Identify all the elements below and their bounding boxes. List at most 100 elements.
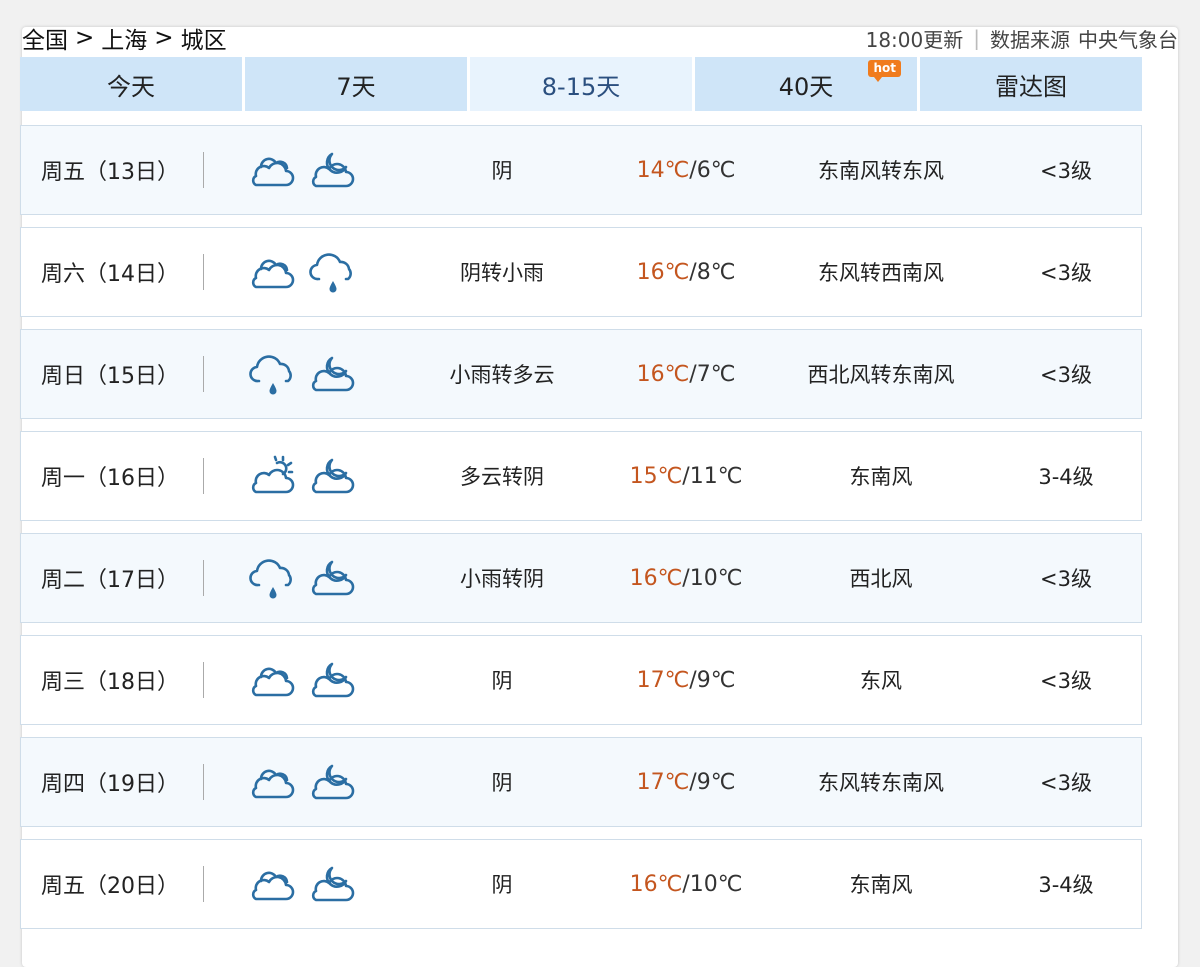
overcast-icon [251,259,295,289]
temp-high: 16℃ [629,565,683,591]
moon-cloud-icon [311,356,355,392]
weather-icons [204,147,388,193]
temperature: 14℃/6℃ [616,158,756,183]
wind-direction: 东风 [860,669,902,693]
temperature: 15℃/11℃ [616,464,756,489]
moon-cloud-icon [311,458,355,494]
wind-level: <3级 [1040,771,1092,795]
wind-level: <3级 [1040,567,1092,591]
tab-label: 40天 [778,72,834,101]
source-name[interactable]: 中央气象台 [1078,24,1178,53]
wind-direction: 西北风 [849,567,913,591]
light-rain-icon [249,355,292,395]
forecast-row: 周日（15日） 小雨转多云 16℃/7℃ 西北风转东南风 <3级 [20,329,1142,419]
meta-divider: | [973,26,980,50]
source-label: 数据来源 [990,27,1070,52]
temp-high: 14℃ [636,157,690,183]
breadcrumb-country[interactable]: 全国 [22,21,68,55]
weather-desc: 小雨转阴 [460,567,544,591]
forecast-row: 周一（16日） 多云转阴 15℃/11℃ 东南风 3-4级 [20,431,1142,521]
temp-high: 16℃ [636,259,690,285]
wind-direction: 东南风转东风 [818,159,944,183]
weather-icons [204,351,388,397]
overcast-icon [251,871,295,901]
forecast-list: 周五（13日） 阴 14℃/6℃ 东南风转东风 <3级 周六（14日） 阴转小雨 16℃/8… [20,125,1142,941]
forecast-row: 周五（13日） 阴 14℃/6℃ 东南风转东风 <3级 [20,125,1142,215]
breadcrumb: 全国 > 上海 > 城区 [22,21,227,55]
sun-cloud-icon [251,455,295,494]
wind-level: <3级 [1040,159,1092,183]
moon-cloud-icon [311,560,355,596]
temp-high: 15℃ [629,463,683,489]
update-time: 18:00更新 [865,27,964,52]
temp-low: /7℃ [689,361,736,387]
wind-level: 3-4级 [1038,873,1094,897]
temp-high: 17℃ [636,667,690,693]
overcast-icon [251,667,295,697]
temp-low: /11℃ [682,463,743,489]
overcast-icon [251,769,295,799]
tab-40days[interactable]: 40天 hot [695,57,917,111]
forecast-date: 周五（13日） [41,160,179,185]
forecast-date: 周日（15日） [41,364,179,389]
tab-label: 7天 [336,72,376,101]
temperature: 17℃/9℃ [616,770,756,795]
breadcrumb-city[interactable]: 上海 [101,21,147,55]
forecast-date: 周六（14日） [41,262,179,287]
wind-level: <3级 [1040,261,1092,285]
weather-icons [204,249,388,295]
wind-direction: 东风转西南风 [818,261,944,285]
tab-today[interactable]: 今天 [20,57,242,111]
forecast-date: 周五（20日） [41,874,179,899]
moon-cloud-icon [311,662,355,698]
wind-level: <3级 [1040,669,1092,693]
light-rain-icon [249,559,292,599]
tab-label: 雷达图 [995,72,1067,101]
tab-label: 8-15天 [541,72,621,101]
weather-icons [204,453,388,499]
weather-icons [204,759,388,805]
forecast-row: 周四（19日） 阴 17℃/9℃ 东风转东南风 <3级 [20,737,1142,827]
wind-direction: 东南风 [849,465,913,489]
temperature: 17℃/9℃ [616,668,756,693]
temperature: 16℃/8℃ [616,260,756,285]
weather-desc: 阴 [491,159,513,183]
overcast-icon [251,157,295,187]
forecast-date: 周四（19日） [41,772,179,797]
tab-7days[interactable]: 7天 [245,57,467,111]
temp-high: 16℃ [636,361,690,387]
temperature: 16℃/10℃ [616,566,756,591]
moon-cloud-icon [311,866,355,902]
breadcrumb-separator: > [154,25,174,51]
forecast-date: 周三（18日） [41,670,179,695]
forecast-row: 周三（18日） 阴 17℃/9℃ 东风 <3级 [20,635,1142,725]
moon-cloud-icon [311,152,355,188]
temperature: 16℃/7℃ [616,362,756,387]
weather-desc: 阴转小雨 [460,261,544,285]
tab-radar[interactable]: 雷达图 [920,57,1142,111]
wind-level: <3级 [1040,363,1092,387]
temp-low: /9℃ [689,667,736,693]
wind-direction: 东南风 [849,873,913,897]
forecast-row: 周二（17日） 小雨转阴 16℃/10℃ 西北风 <3级 [20,533,1142,623]
hot-badge: hot [868,60,901,82]
temp-low: /9℃ [689,769,736,795]
breadcrumb-district: 城区 [180,28,227,54]
tab-label: 今天 [107,72,155,101]
temp-low: /10℃ [682,565,743,591]
forecast-date: 周一（16日） [41,466,179,491]
weather-icons [204,555,388,601]
temp-high: 16℃ [629,871,683,897]
weather-desc: 小雨转多云 [449,363,555,387]
forecast-date: 周二（17日） [41,568,179,593]
tab-8-15days[interactable]: 8-15天 [470,57,692,111]
forecast-row: 周五（20日） 阴 16℃/10℃ 东南风 3-4级 [20,839,1142,929]
temp-high: 17℃ [636,769,690,795]
weather-desc: 多云转阴 [460,465,544,489]
wind-direction: 西北风转东南风 [807,363,955,387]
weather-desc: 阴 [491,771,513,795]
temp-low: /6℃ [689,157,736,183]
forecast-tabs: 今天 7天 8-15天 40天 hot 雷达图 [20,57,1142,111]
temp-low: /10℃ [682,871,743,897]
weather-desc: 阴 [491,669,513,693]
